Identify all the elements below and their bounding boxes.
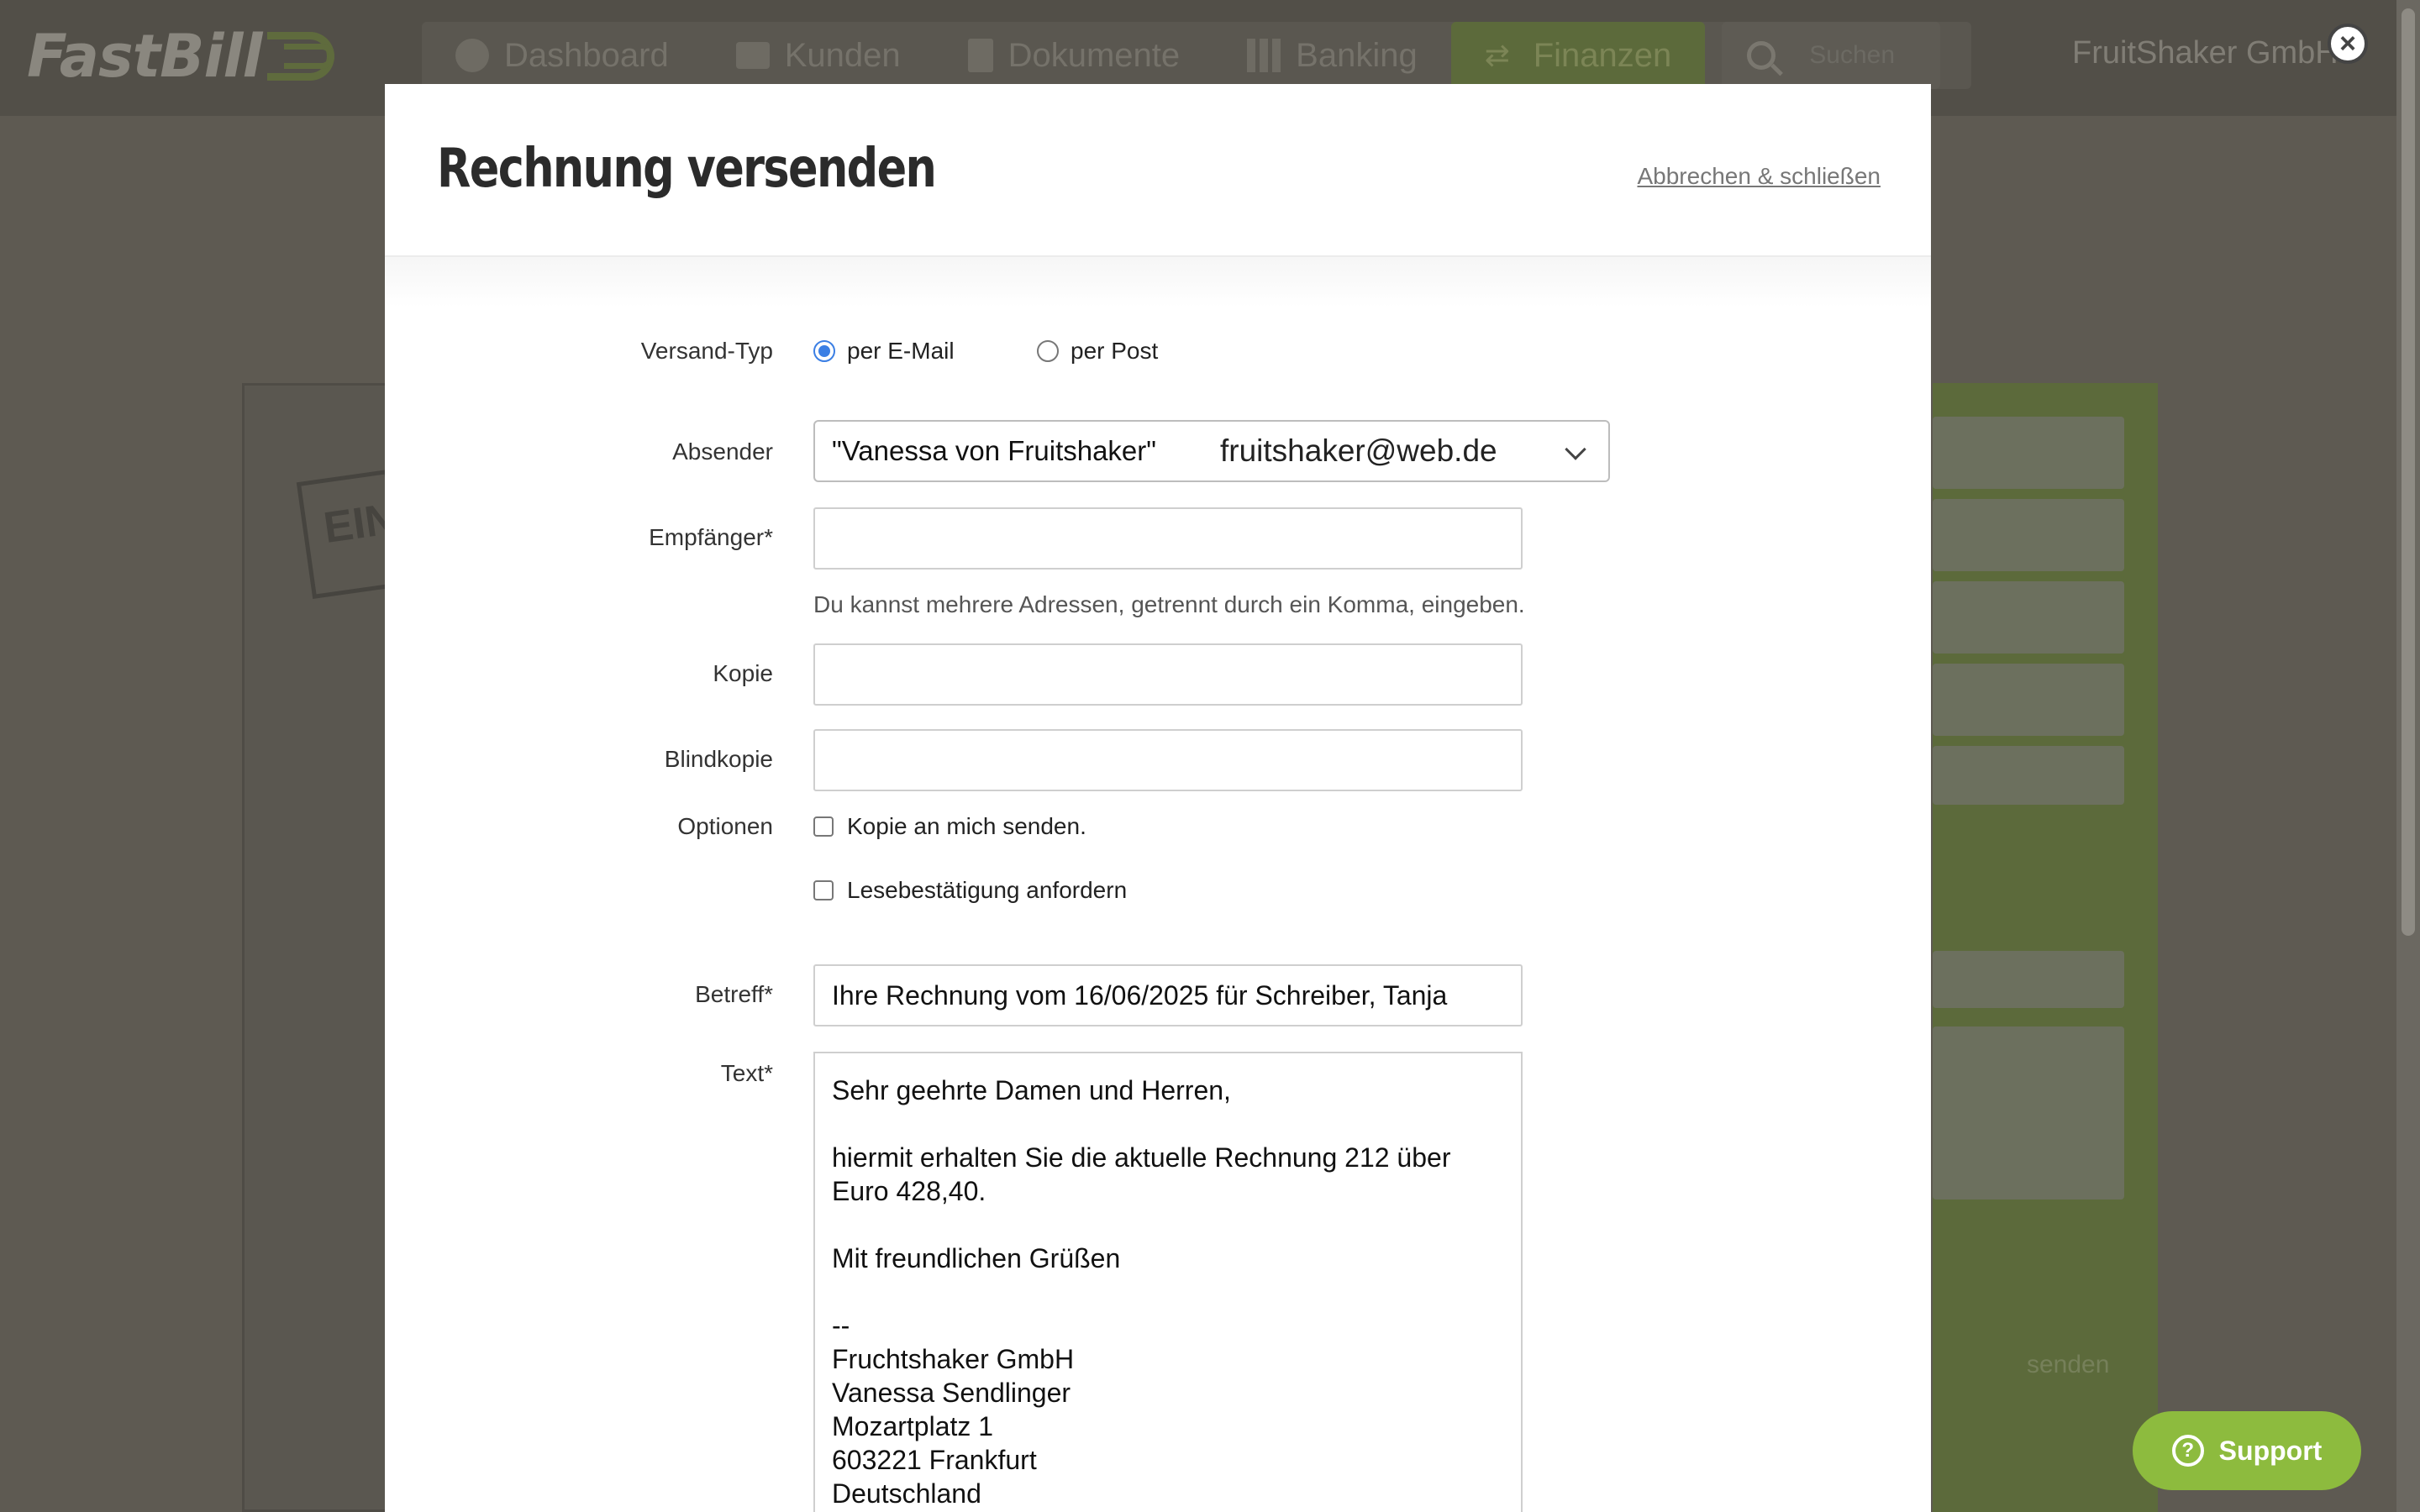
option-read-receipt-label: Lesebestätigung anfordern [847,877,1128,903]
radio-per-post-label: per Post [1071,338,1159,364]
app-logo: FastBill [27,20,360,92]
option-read-receipt-checkbox[interactable] [813,880,834,900]
nav-finanzen[interactable]: ⇄ Finanzen [1450,22,1706,89]
bcc-input[interactable] [813,729,1523,791]
company-name[interactable]: FruitShaker GmbH [2072,35,2338,71]
document-icon [967,39,993,72]
logo-text: FastBill [27,22,262,91]
briefcase-icon [735,42,770,69]
nav-finanzen-label: Finanzen [1533,36,1672,74]
support-label: Support [2218,1435,2323,1466]
sender-name: "Vanessa von Fruitshaker" [832,435,1156,466]
radio-per-post-input[interactable] [1037,340,1059,362]
close-icon[interactable]: × [2328,24,2368,64]
option-copy-to-me-label: Kopie an mich senden. [847,813,1086,839]
text-label: Text* [720,1060,773,1086]
panel-field [1933,499,2124,571]
recipient-input[interactable] [813,507,1523,570]
panel-select [1933,746,2124,805]
nav-dashboard-label: Dashboard [504,36,669,74]
subject-input[interactable]: Ihre Rechnung vom 16/06/2025 für Schreib… [813,964,1523,1026]
message-textarea[interactable]: Sehr geehrte Damen und Herren, hiermit e… [813,1052,1523,1512]
betreff-label: Betreff* [695,981,773,1007]
modal-title: Rechnung versenden [437,138,937,200]
chevron-down-icon [1565,438,1586,460]
cancel-close-link[interactable]: Abbrechen & schließen [1637,163,1881,190]
modal-header: Rechnung versenden Abbrechen & schließen [385,84,1931,257]
panel-field [1933,581,2124,654]
page-scroll-thumb[interactable] [2402,8,2415,936]
panel-send-label: senden [2027,1351,2110,1378]
radio-per-email-label: per E-Mail [847,338,955,364]
modal-body: Versand-Typ per E-Mail per Post Absender… [385,257,1931,1512]
empfaenger-label: Empfänger* [649,524,773,550]
sender-select[interactable]: "Vanessa von Fruitshaker" fruitshaker@we… [813,420,1610,482]
sender-email: fruitshaker@web.de [1220,433,1497,468]
nav-dashboard[interactable]: Dashboard [422,22,702,89]
absender-label: Absender [672,438,773,465]
radio-per-post[interactable]: per Post [1037,338,1158,365]
transfer-icon: ⇄ [1484,38,1510,72]
logo-mark-icon [266,32,360,81]
nav-banking-label: Banking [1296,36,1418,74]
radio-per-email-input[interactable] [813,340,835,362]
option-read-receipt[interactable]: Lesebestätigung anfordern [813,877,1127,904]
main-nav: Dashboard Kunden Dokumente Banking ⇄ Fin… [422,22,1941,89]
help-icon: ? [2171,1435,2204,1467]
bar-chart-icon [1247,39,1281,72]
nav-kunden-label: Kunden [784,36,901,74]
nav-dokumente-label: Dokumente [1007,36,1181,74]
radio-per-email[interactable]: per E-Mail [813,338,955,365]
panel-field [1933,951,2124,1008]
search-placeholder: Suchen [1809,41,1896,69]
global-search[interactable]: Suchen [1722,22,1941,89]
nav-kunden[interactable]: Kunden [702,22,934,89]
optionen-label: Optionen [677,813,773,839]
option-copy-to-me-checkbox[interactable] [813,816,834,837]
panel-textarea [1933,1026,2124,1200]
cc-input[interactable] [813,643,1523,706]
support-button[interactable]: ? Support [2133,1411,2361,1490]
versand-typ-label: Versand-Typ [640,338,773,364]
nav-banking[interactable]: Banking [1213,22,1451,89]
send-invoice-modal: Rechnung versenden Abbrechen & schließen… [385,84,1931,1512]
kopie-label: Kopie [713,660,773,686]
panel-field [1933,417,2124,489]
option-copy-to-me[interactable]: Kopie an mich senden. [813,813,1086,840]
dashboard-icon [455,39,489,72]
recipient-hint: Du kannst mehrere Adressen, getrennt dur… [813,591,1525,617]
search-icon [1747,41,1776,70]
nav-dokumente[interactable]: Dokumente [934,22,1214,89]
panel-field [1933,664,2124,736]
blindkopie-label: Blindkopie [664,746,773,772]
